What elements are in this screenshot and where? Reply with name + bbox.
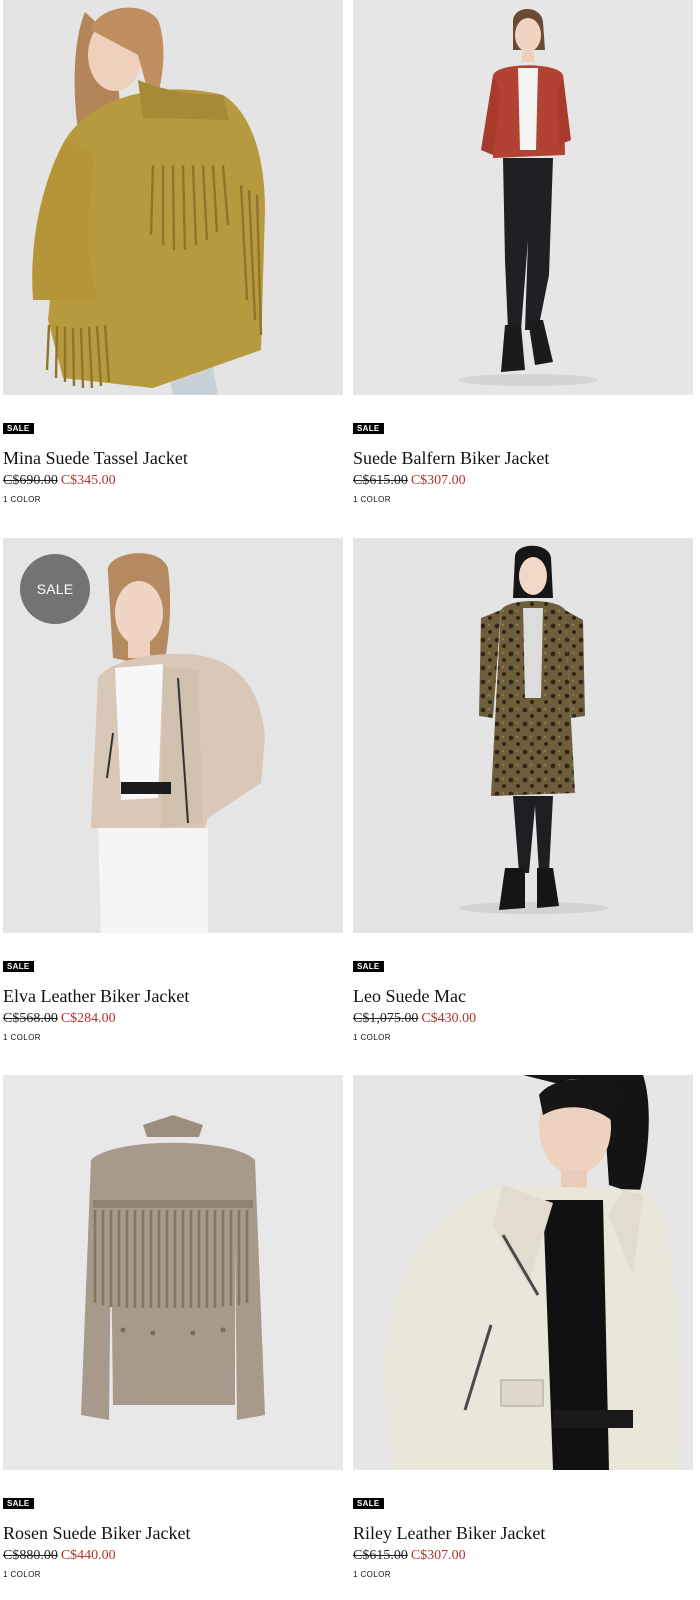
product-image[interactable] [353, 1075, 693, 1470]
product-photo-taupe-fringe-jacket [3, 1075, 343, 1470]
product-card-suede-balfern-biker-jacket[interactable]: SALE Suede Balfern Biker Jacket C$615.00… [353, 0, 693, 525]
sale-price: C$345.00 [60, 473, 116, 488]
product-name[interactable]: Leo Suede Mac [353, 985, 693, 1007]
product-grid: SALE Mina Suede Tassel Jacket C$690.00 C$… [0, 0, 700, 1599]
product-photo-mustard-fringe-jacket [3, 0, 343, 395]
product-name[interactable]: Elva Leather Biker Jacket [3, 985, 343, 1007]
price-row: C$615.00 C$307.00 [353, 472, 466, 490]
original-price: C$1,075.00 [353, 1011, 419, 1026]
original-price: C$568.00 [3, 1011, 58, 1026]
product-image[interactable] [3, 0, 343, 395]
sale-price: C$284.00 [60, 1011, 116, 1026]
product-card-mina-suede-tassel-jacket[interactable]: SALE Mina Suede Tassel Jacket C$690.00 C$… [3, 0, 343, 525]
product-name[interactable]: Rosen Suede Biker Jacket [3, 1522, 343, 1544]
color-count: 1 COLOR [353, 1033, 391, 1042]
color-count: 1 COLOR [3, 1570, 41, 1579]
price-row: C$880.00 C$440.00 [3, 1547, 116, 1565]
product-name[interactable]: Suede Balfern Biker Jacket [353, 447, 693, 469]
original-price: C$615.00 [353, 1548, 408, 1563]
sale-price: C$440.00 [60, 1548, 116, 1563]
price-row: C$615.00 C$307.00 [353, 1547, 466, 1565]
color-count: 1 COLOR [3, 495, 41, 504]
product-name[interactable]: Riley Leather Biker Jacket [353, 1522, 693, 1544]
product-image[interactable] [353, 0, 693, 395]
sale-badge: SALE [3, 961, 34, 972]
product-card-elva-leather-biker-jacket[interactable]: SALE SALE Elva Leather Biker Jacket C$56… [3, 538, 343, 1063]
original-price: C$880.00 [3, 1548, 58, 1563]
original-price: C$690.00 [3, 473, 58, 488]
product-card-rosen-suede-biker-jacket[interactable]: SALE Rosen Suede Biker Jacket C$880.00 C$… [3, 1075, 343, 1600]
product-image[interactable] [3, 1075, 343, 1470]
sale-badge: SALE [353, 1498, 384, 1509]
product-name[interactable]: Mina Suede Tassel Jacket [3, 447, 343, 469]
product-image[interactable]: SALE [3, 538, 343, 933]
sale-badge: SALE [353, 423, 384, 434]
original-price: C$615.00 [353, 473, 408, 488]
sale-price: C$307.00 [410, 1548, 466, 1563]
price-row: C$1,075.00 C$430.00 [353, 1010, 476, 1028]
sale-price: C$307.00 [410, 473, 466, 488]
product-photo-leopard-suede-coat [353, 538, 693, 933]
sale-badge: SALE [3, 1498, 34, 1509]
sale-badge: SALE [3, 423, 34, 434]
product-card-leo-suede-mac[interactable]: SALE Leo Suede Mac C$1,075.00 C$430.00 1 … [353, 538, 693, 1063]
price-row: C$690.00 C$345.00 [3, 472, 116, 490]
product-image[interactable] [353, 538, 693, 933]
sale-price: C$430.00 [421, 1011, 477, 1026]
product-photo-offwhite-leather-biker [353, 1075, 693, 1470]
sale-circle-badge: SALE [20, 554, 90, 624]
sale-badge: SALE [353, 961, 384, 972]
price-row: C$568.00 C$284.00 [3, 1010, 116, 1028]
color-count: 1 COLOR [3, 1033, 41, 1042]
color-count: 1 COLOR [353, 1570, 391, 1579]
product-photo-rust-suede-biker [353, 0, 693, 395]
color-count: 1 COLOR [353, 495, 391, 504]
product-card-riley-leather-biker-jacket[interactable]: SALE Riley Leather Biker Jacket C$615.00… [353, 1075, 693, 1600]
